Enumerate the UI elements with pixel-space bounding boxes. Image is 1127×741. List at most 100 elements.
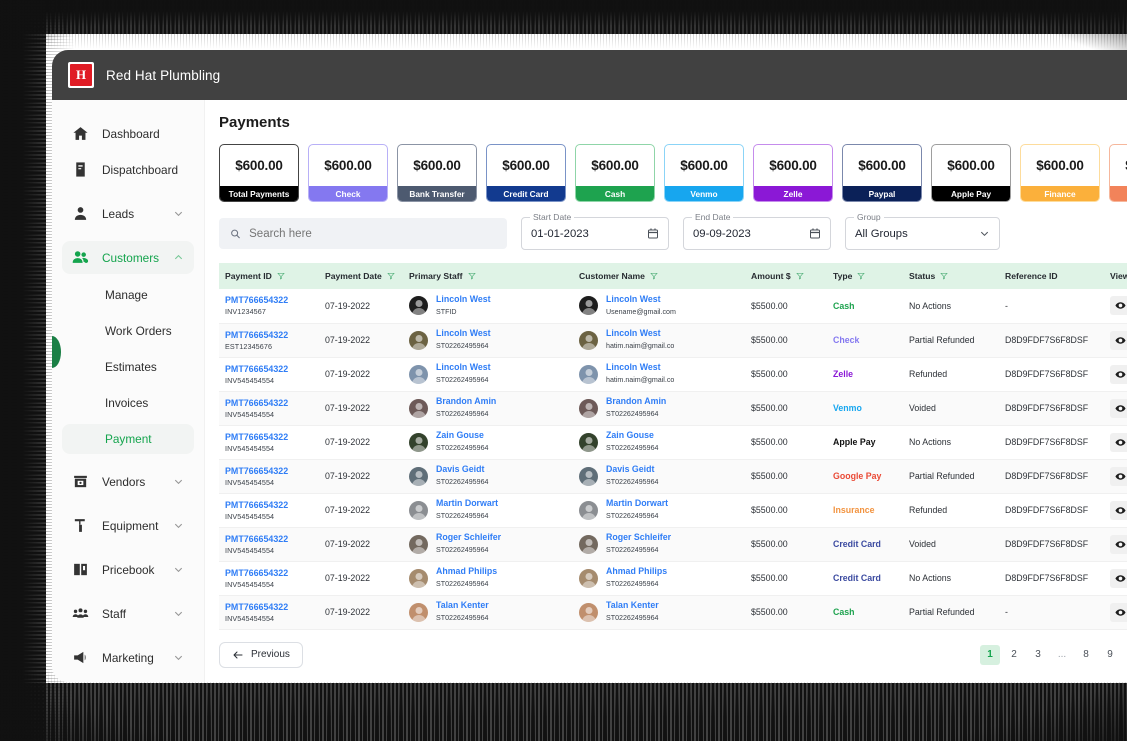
customer[interactable]: Ahmad Philips ST02262495964 <box>579 566 739 589</box>
cell-view-details[interactable] <box>1104 561 1127 595</box>
cell-view-details[interactable] <box>1104 357 1127 391</box>
view-details-button[interactable] <box>1110 568 1127 588</box>
view-details-button[interactable] <box>1110 330 1127 350</box>
summary-card[interactable]: $600.00Other <box>1109 144 1127 202</box>
cell-view-details[interactable] <box>1104 459 1127 493</box>
view-details-button[interactable] <box>1110 534 1127 554</box>
sidebar-item-pricebook[interactable]: Pricebook <box>62 553 194 586</box>
sidebar-item-leads[interactable]: Leads <box>62 197 194 230</box>
column-filter-icon[interactable] <box>387 272 395 282</box>
chevron-down-icon[interactable] <box>979 228 990 239</box>
table-column-header[interactable]: Amount $ <box>745 263 827 289</box>
cell-view-details[interactable] <box>1104 425 1127 459</box>
payment-id-link[interactable]: PMT766654322 <box>225 602 288 612</box>
summary-card[interactable]: $600.00 Paypal <box>842 144 922 202</box>
sidebar-item-dispatchboard[interactable]: Dispatchboard <box>62 153 194 186</box>
customer[interactable]: Martin Dorwart ST02262495964 <box>579 498 739 521</box>
search-input[interactable] <box>249 227 496 240</box>
customer[interactable]: Lincoln West hatim.naim@gmail.co <box>579 328 739 351</box>
sidebar-item-customers[interactable]: Customers <box>62 241 194 274</box>
view-details-button[interactable] <box>1110 466 1127 486</box>
cell-payment-id[interactable]: PMT766654322 INV545454554 <box>219 595 319 629</box>
column-filter-icon[interactable] <box>467 272 476 282</box>
view-details-button[interactable] <box>1110 296 1127 316</box>
primary-staff[interactable]: Lincoln West STFID <box>409 294 567 317</box>
payment-id-link[interactable]: PMT766654322 <box>225 568 288 578</box>
sidebar-item-marketing[interactable]: Marketing <box>62 641 194 674</box>
cell-payment-id[interactable]: PMT766654322 INV545454554 <box>219 561 319 595</box>
page-number[interactable]: 9 <box>1100 645 1120 665</box>
column-filter-icon[interactable] <box>940 272 949 282</box>
customer[interactable]: Roger Schleifer ST02262495964 <box>579 532 739 555</box>
previous-page-button[interactable]: Previous <box>219 641 303 668</box>
end-date-field[interactable]: End Date 09-09-2023 <box>683 212 831 250</box>
table-row[interactable]: PMT766654322 INV545454554 07-19-2022 Talan … <box>219 595 1127 629</box>
customer[interactable]: Talan Kenter ST02262495964 <box>579 600 739 623</box>
summary-card[interactable]: $600.00 Apple Pay <box>931 144 1011 202</box>
primary-staff[interactable]: Zain Gouse ST02262495964 <box>409 430 567 453</box>
primary-staff[interactable]: Ahmad Philips ST02262495964 <box>409 566 567 589</box>
customer[interactable]: Brandon Amin ST02262495964 <box>579 396 739 419</box>
cell-payment-id[interactable]: PMT766654322 INV545454554 <box>219 357 319 391</box>
column-filter-icon[interactable] <box>857 272 866 282</box>
cell-payment-id[interactable]: PMT766654322 INV545454554 <box>219 425 319 459</box>
table-column-header[interactable]: Customer Name <box>573 263 745 289</box>
summary-card[interactable]: $600.00 Check <box>308 144 388 202</box>
page-number[interactable]: 1 <box>980 644 1000 665</box>
page-number[interactable]: 8 <box>1076 645 1096 665</box>
search-box[interactable] <box>219 218 507 249</box>
customer[interactable]: Zain Gouse ST02262495964 <box>579 430 739 453</box>
cell-view-details[interactable] <box>1104 289 1127 323</box>
calendar-icon[interactable] <box>647 227 659 240</box>
table-row[interactable]: PMT766654322 INV545454554 07-19-2022 Davis … <box>219 459 1127 493</box>
column-filter-icon[interactable] <box>277 272 285 282</box>
primary-staff[interactable]: Roger Schleifer ST02262495964 <box>409 532 567 555</box>
table-row[interactable]: PMT766654322 INV545454554 07-19-2022 Brando… <box>219 391 1127 425</box>
payment-id-link[interactable]: PMT766654322 <box>225 534 288 544</box>
primary-staff[interactable]: Lincoln West ST02262495964 <box>409 328 567 351</box>
cell-payment-id[interactable]: PMT766654322 EST12345676 <box>219 323 319 357</box>
start-date-field[interactable]: Start Date 01-01-2023 <box>521 212 669 250</box>
payment-id-link[interactable]: PMT766654322 <box>225 364 288 374</box>
sidebar-subitem-work-orders[interactable]: Work Orders <box>62 316 194 346</box>
table-column-header[interactable]: Primary Staff <box>403 263 573 289</box>
view-details-button[interactable] <box>1110 432 1127 452</box>
cell-payment-id[interactable]: PMT766654322 INV545454554 <box>219 459 319 493</box>
payment-id-link[interactable]: PMT766654322 <box>225 432 288 442</box>
cell-view-details[interactable] <box>1104 527 1127 561</box>
summary-card[interactable]: $600.00 Finance <box>1020 144 1100 202</box>
table-row[interactable]: PMT766654322 INV545454554 07-19-2022 Lincol… <box>219 357 1127 391</box>
summary-card[interactable]: $600.00 Total Payments <box>219 144 299 202</box>
summary-card[interactable]: $600.00 Bank Transfer <box>397 144 477 202</box>
table-column-header[interactable]: Status <box>903 263 999 289</box>
sidebar-item-staff[interactable]: Staff <box>62 597 194 630</box>
cell-payment-id[interactable]: PMT766654322 INV545454554 <box>219 527 319 561</box>
cell-view-details[interactable] <box>1104 323 1127 357</box>
view-details-button[interactable] <box>1110 602 1127 622</box>
customer[interactable]: Lincoln West Usename@gmail.com <box>579 294 739 317</box>
sidebar-subitem-payment[interactable]: Payment <box>62 424 194 454</box>
primary-staff[interactable]: Lincoln West ST02262495964 <box>409 362 567 385</box>
table-row[interactable]: PMT766654322 INV545454554 07-19-2022 Martin… <box>219 493 1127 527</box>
view-details-button[interactable] <box>1110 364 1127 384</box>
sidebar-subitem-invoices[interactable]: Invoices <box>62 388 194 418</box>
primary-staff[interactable]: Martin Dorwart ST02262495964 <box>409 498 567 521</box>
cell-view-details[interactable] <box>1104 493 1127 527</box>
payment-id-link[interactable]: PMT766654322 <box>225 398 288 408</box>
page-number[interactable]: 3 <box>1028 645 1048 665</box>
table-row[interactable]: PMT766654322 INV1234567 07-19-2022 Lincoln … <box>219 289 1127 323</box>
table-column-header[interactable]: View Details <box>1104 263 1127 289</box>
sidebar-subitem-manage[interactable]: Manage <box>62 280 194 310</box>
cell-payment-id[interactable]: PMT766654322 INV1234567 <box>219 289 319 323</box>
primary-staff[interactable]: Brandon Amin ST02262495964 <box>409 396 567 419</box>
summary-card[interactable]: $600.00 Venmo <box>664 144 744 202</box>
sidebar-subitem-estimates[interactable]: Estimates <box>62 352 194 382</box>
payment-id-link[interactable]: PMT766654322 <box>225 295 288 305</box>
sidebar-item-equipment[interactable]: Equipment <box>62 509 194 542</box>
group-select[interactable]: Group All Groups <box>845 212 1000 250</box>
view-details-button[interactable] <box>1110 398 1127 418</box>
cell-view-details[interactable] <box>1104 595 1127 629</box>
page-number[interactable]: 2 <box>1004 645 1024 665</box>
cell-payment-id[interactable]: PMT766654322 INV545454554 <box>219 391 319 425</box>
payment-id-link[interactable]: PMT766654322 <box>225 330 288 340</box>
